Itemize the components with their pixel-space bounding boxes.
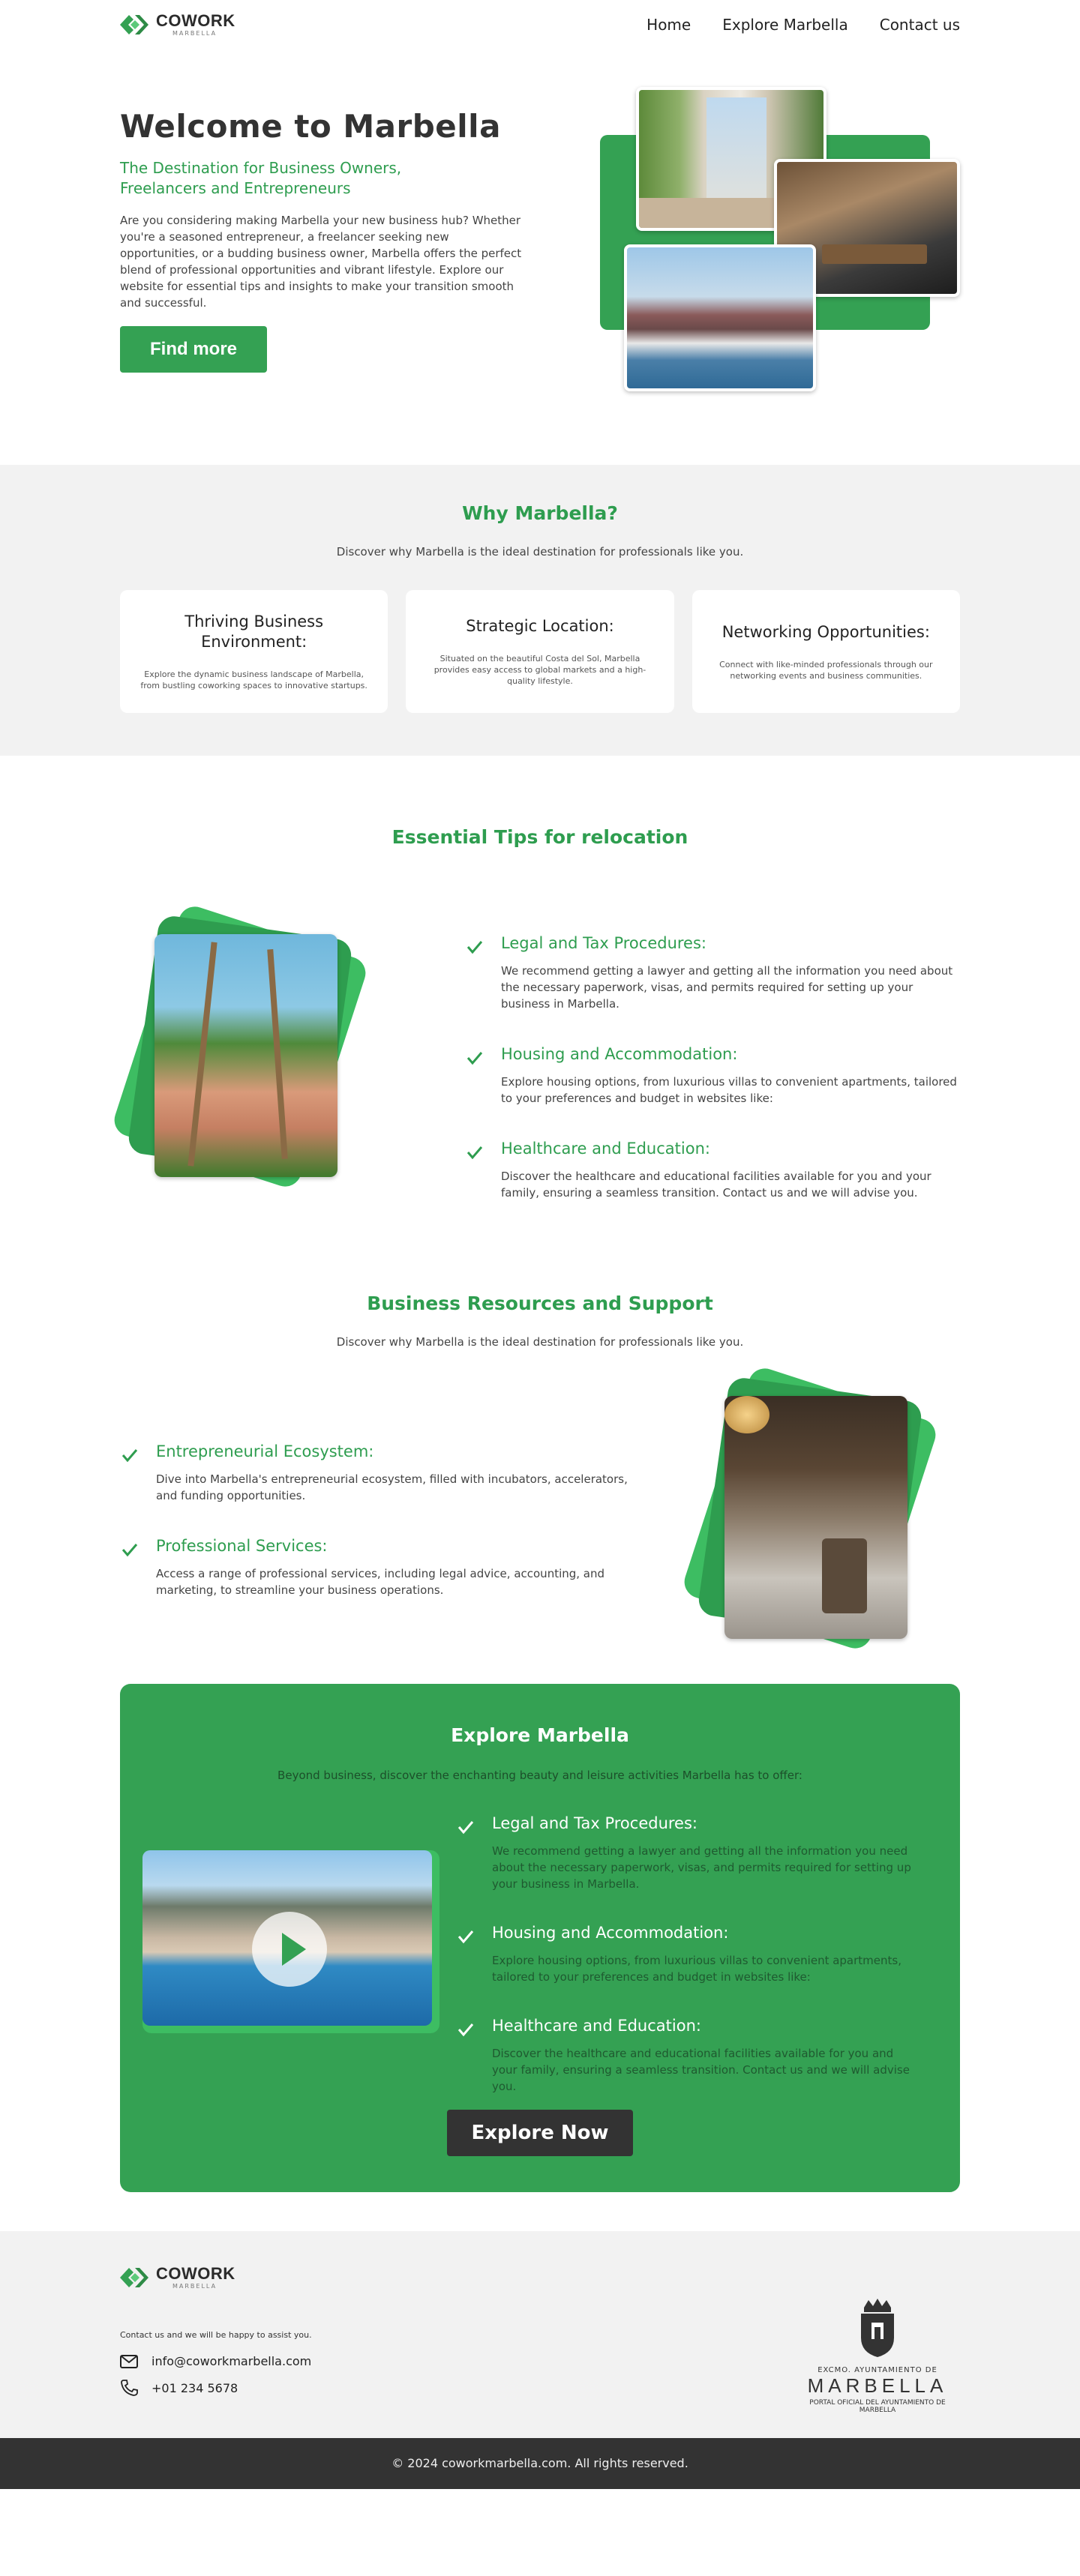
logo-icon <box>120 15 148 34</box>
video-wrapper[interactable] <box>142 1850 440 2033</box>
main-nav: Home Explore Marbella Contact us <box>646 16 960 34</box>
tip-item: Healthcare and Education: Discover the he… <box>465 1140 960 1201</box>
explore-item: Healthcare and Education: Discover the he… <box>456 2017 921 2095</box>
logo-tagline: MARBELLA <box>172 30 218 37</box>
play-button[interactable] <box>252 1912 327 1987</box>
footer-logo[interactable]: COWORK MARBELLA <box>120 2266 236 2290</box>
tip-title: Legal and Tax Procedures: <box>501 934 706 952</box>
mail-icon <box>120 2354 138 2368</box>
explore-section: Explore Marbella Beyond business, discov… <box>0 1684 1080 2192</box>
card-title: Networking Opportunities: <box>722 622 930 641</box>
city-line-1: EXCMO. AYUNTAMIENTO DE <box>818 2366 938 2374</box>
play-icon <box>282 1933 306 1966</box>
explore-panel: Explore Marbella Beyond business, discov… <box>120 1684 960 2192</box>
find-more-button[interactable]: Find more <box>120 326 268 373</box>
explore-title: Explore Marbella <box>451 1724 629 1746</box>
city-council-logo[interactable]: EXCMO. AYUNTAMIENTO DE MARBELLA PORTAL O… <box>795 2297 960 2414</box>
tips-section: Essential Tips for relocation Legal and … <box>0 756 1080 1221</box>
explore-item-title: Housing and Accommodation: <box>492 1924 729 1942</box>
logo-tagline: MARBELLA <box>172 2283 218 2290</box>
why-card: Strategic Location: Situated on the beau… <box>406 590 674 713</box>
resource-title: Professional Services: <box>156 1537 328 1555</box>
footer-phone[interactable]: +01 234 5678 <box>120 2380 238 2396</box>
hero-collage <box>600 87 960 402</box>
resource-text: Access a range of professional services,… <box>156 1567 605 1597</box>
why-subtitle: Discover why Marbella is the ideal desti… <box>336 545 744 559</box>
resource-title: Entrepreneurial Ecosystem: <box>156 1442 374 1460</box>
resource-text: Dive into Marbella's entrepreneurial eco… <box>156 1472 628 1502</box>
footer-contact-text: Contact us and we will be happy to assis… <box>120 2330 312 2340</box>
why-card: Networking Opportunities: Connect with l… <box>692 590 960 713</box>
resource-item: Entrepreneurial Ecosystem: Dive into Marb… <box>120 1442 630 1504</box>
hero-section: Welcome to Marbella The Destination for … <box>0 49 1080 465</box>
why-title: Why Marbella? <box>462 502 618 524</box>
hero-subtitle: The Destination for Business Owners, Fre… <box>120 159 402 197</box>
explore-item-title: Legal and Tax Procedures: <box>492 1814 698 1832</box>
tips-title: Essential Tips for relocation <box>392 826 688 848</box>
coat-of-arms-icon <box>861 2299 894 2357</box>
tip-item: Legal and Tax Procedures: We recommend ge… <box>465 934 960 1012</box>
nav-contact-us[interactable]: Contact us <box>880 16 960 34</box>
explore-item: Legal and Tax Procedures: We recommend ge… <box>456 1814 921 1892</box>
logo-wordmark: COWORK <box>156 2264 236 2283</box>
resources-image-group <box>675 1364 960 1673</box>
tip-text: Explore housing options, from luxurious … <box>501 1075 957 1105</box>
tip-item: Housing and Accommodation: Explore housin… <box>465 1045 960 1107</box>
explore-subtitle: Beyond business, discover the enchanting… <box>278 1769 802 1782</box>
footer-email[interactable]: info@coworkmarbella.com <box>120 2354 311 2368</box>
check-icon <box>458 1931 474 1944</box>
phone-icon <box>121 2380 138 2396</box>
copyright-text: © 2024 coworkmarbella.com. All rights re… <box>392 2456 688 2470</box>
why-section: Why Marbella? Discover why Marbella is t… <box>0 465 1080 756</box>
why-card: Thriving Business Environment: Explore t… <box>120 590 388 713</box>
logo-wordmark: COWORK <box>156 11 236 30</box>
explore-item: Housing and Accommodation: Explore housin… <box>456 1924 921 1985</box>
check-icon <box>466 1146 483 1160</box>
explore-item-text: Discover the healthcare and educational … <box>492 2047 910 2093</box>
site-header: COWORK MARBELLA Home Explore Marbella Co… <box>0 0 1080 49</box>
coast-photo <box>624 244 816 391</box>
card-title: Strategic Location: <box>466 617 614 635</box>
tip-text: We recommend getting a lawyer and gettin… <box>501 964 953 1011</box>
resources-subtitle: Discover why Marbella is the ideal desti… <box>336 1335 744 1349</box>
nav-home[interactable]: Home <box>646 16 691 34</box>
site-footer: COWORK MARBELLA Contact us and we will b… <box>0 2231 1080 2438</box>
hero-title: Welcome to Marbella <box>120 108 501 145</box>
site-logo[interactable]: COWORK MARBELLA <box>120 13 236 37</box>
explore-item-text: Explore housing options, from luxurious … <box>492 1954 902 1984</box>
tip-title: Healthcare and Education: <box>501 1140 710 1158</box>
hero-body: Are you considering making Marbella your… <box>120 214 522 310</box>
resource-item: Professional Services: Access a range of … <box>120 1537 630 1598</box>
check-icon <box>466 1052 483 1065</box>
explore-item-text: We recommend getting a lawyer and gettin… <box>492 1844 911 1891</box>
card-title: Thriving Business Environment: <box>184 613 324 651</box>
nav-explore-marbella[interactable]: Explore Marbella <box>722 16 848 34</box>
resources-title: Business Resources and Support <box>367 1292 713 1314</box>
phone-text: +01 234 5678 <box>152 2380 238 2395</box>
check-icon <box>122 1449 138 1463</box>
check-icon <box>466 941 483 954</box>
card-text: Connect with like-minded professionals t… <box>719 659 933 681</box>
check-icon <box>458 2023 474 2037</box>
check-icon <box>458 1821 474 1835</box>
tip-text: Discover the healthcare and educational … <box>501 1170 932 1200</box>
logo-icon <box>120 2268 148 2287</box>
city-line-3: PORTAL OFICIAL DEL AYUNTAMIENTO DE MARBE… <box>809 2399 946 2414</box>
card-text: Explore the dynamic business landscape o… <box>140 669 368 690</box>
check-icon <box>122 1544 138 1557</box>
explore-item-title: Healthcare and Education: <box>492 2017 701 2035</box>
copyright-bar: © 2024 coworkmarbella.com. All rights re… <box>0 2438 1080 2489</box>
tip-title: Housing and Accommodation: <box>501 1045 738 1063</box>
explore-now-button[interactable]: Explore Now <box>447 2110 633 2156</box>
email-text: info@coworkmarbella.com <box>152 2354 312 2368</box>
card-text: Situated on the beautiful Costa del Sol,… <box>434 654 646 686</box>
tips-image-group <box>110 902 405 1212</box>
study-photo <box>724 1396 908 1639</box>
city-line-2: MARBELLA <box>807 2374 948 2397</box>
resources-section: Business Resources and Support Discover … <box>0 1221 1080 1684</box>
palm-photo <box>154 934 338 1177</box>
